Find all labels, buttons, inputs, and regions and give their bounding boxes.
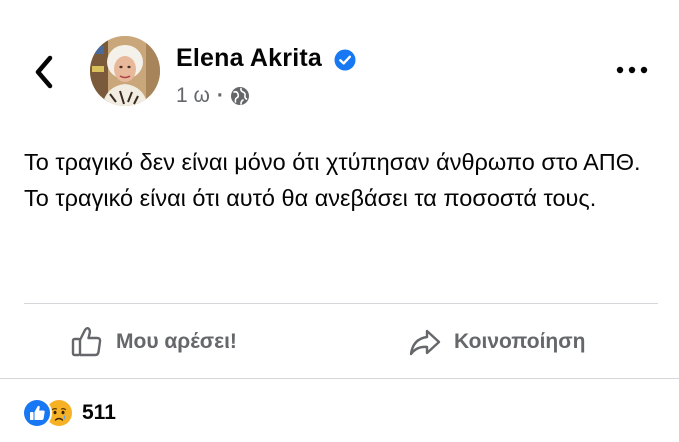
- author-name[interactable]: Elena Akrita: [176, 44, 322, 73]
- thumbs-up-icon: [71, 327, 102, 357]
- back-button[interactable]: [28, 52, 60, 92]
- avatar[interactable]: [90, 36, 160, 106]
- post-text-line: Το τραγικό είναι ότι αυτό θα ανεβάσει τα…: [24, 185, 597, 211]
- reactions-summary[interactable]: 511: [22, 398, 116, 428]
- share-button[interactable]: Κοινοποίηση: [408, 322, 585, 362]
- share-label: Κοινοποίηση: [454, 330, 586, 353]
- chevron-left-icon: [35, 55, 53, 89]
- like-reaction-icon: [22, 398, 52, 428]
- share-arrow-icon: [409, 329, 441, 356]
- divider: [0, 378, 679, 379]
- post-header: Elena Akrita 1 ω ·: [0, 0, 679, 120]
- globe-icon: [230, 86, 250, 106]
- post-time[interactable]: 1 ω: [176, 84, 210, 108]
- like-label: Μου αρέσει!: [116, 330, 237, 353]
- verified-badge-icon: [334, 49, 356, 71]
- post-text: Το τραγικό δεν είναι μόνο ότι χτύπησαν ά…: [24, 144, 664, 216]
- reaction-count: 511: [82, 401, 116, 424]
- avatar-photo: [90, 36, 160, 106]
- post-text-line: Το τραγικό δεν είναι μόνο ότι χτύπησαν ά…: [24, 149, 641, 175]
- divider: [24, 303, 658, 304]
- more-options-button[interactable]: [614, 60, 650, 80]
- post-meta: 1 ω ·: [176, 84, 250, 108]
- meta-separator: ·: [216, 84, 224, 107]
- like-button[interactable]: Μου αρέσει!: [70, 322, 237, 362]
- more-dots-icon: [616, 66, 648, 74]
